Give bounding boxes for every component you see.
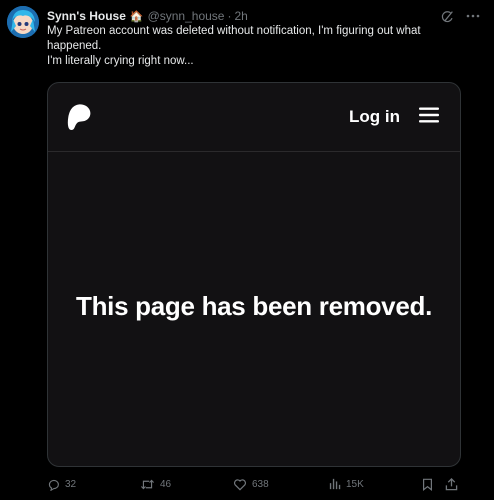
separator-dot: · <box>227 9 232 23</box>
patreon-navbar: Log in <box>48 83 460 152</box>
like-button[interactable]: 638 <box>233 478 269 491</box>
reply-button[interactable]: 32 <box>47 478 76 491</box>
like-count: 638 <box>252 479 269 490</box>
tweet-header: Synn's House 🏠 @synn_house · 2h <box>47 8 480 24</box>
media-card[interactable]: Log in This page has been removed. <box>47 82 461 467</box>
tweet-text-line: I'm literally crying right now... <box>47 55 194 67</box>
grok-icon[interactable] <box>441 10 454 23</box>
bookmark-button[interactable] <box>422 478 433 491</box>
tweet-actions: 32 46 638 15K <box>47 478 470 494</box>
removed-message: This page has been removed. <box>75 291 432 321</box>
tweet-text-line: My Patreon account was deleted without n… <box>47 25 421 52</box>
share-button[interactable] <box>445 478 458 491</box>
tweet-text: My Patreon account was deleted without n… <box>47 24 467 69</box>
more-options-icon[interactable] <box>466 14 480 18</box>
patreon-logo-icon[interactable] <box>66 103 92 136</box>
avatar[interactable] <box>7 6 39 38</box>
login-link[interactable]: Log in <box>349 107 400 127</box>
house-emoji-icon: 🏠 <box>129 10 144 23</box>
views-button[interactable]: 15K <box>329 478 364 490</box>
author-handle[interactable]: @synn_house <box>148 9 225 23</box>
repost-button[interactable]: 46 <box>140 478 171 491</box>
author-name[interactable]: Synn's House <box>47 9 126 23</box>
reply-count: 32 <box>65 479 77 490</box>
timestamp[interactable]: 2h <box>234 9 247 23</box>
view-count: 15K <box>346 478 364 490</box>
tweet: Synn's House 🏠 @synn_house · 2h My Patre… <box>0 0 494 500</box>
repost-count: 46 <box>160 479 172 490</box>
header-actions <box>441 10 480 23</box>
hamburger-menu-icon[interactable] <box>419 107 439 128</box>
